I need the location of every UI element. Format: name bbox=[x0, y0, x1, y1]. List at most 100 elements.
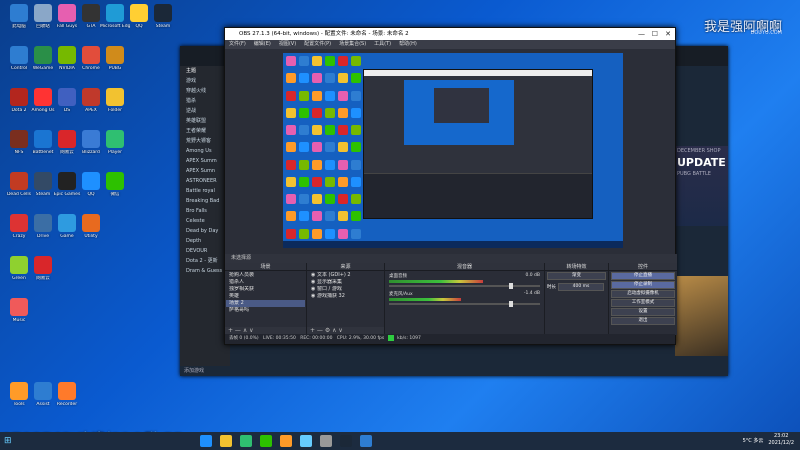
obs-menu-item[interactable]: 文件(F) bbox=[229, 41, 246, 47]
steam-library-item[interactable]: 逆战 bbox=[180, 106, 230, 116]
scene-item[interactable]: 猎杀人 bbox=[226, 279, 305, 286]
preview-mini-icon bbox=[299, 56, 309, 66]
steam-add-game[interactable]: 添加游戏 bbox=[184, 367, 204, 374]
sources-dock: 来源 ◉ 文本 (GDI+) 2 ◉ 显示器采集 ◉ 窗口 / 游戏 ◉ 游戏捕获 3… bbox=[307, 263, 385, 335]
preview-mini-icon bbox=[312, 194, 322, 205]
control-button[interactable]: 启动虚拟摄像机 bbox=[611, 290, 675, 298]
steam-sub-item[interactable]: 游戏 bbox=[180, 76, 230, 86]
desktop-icon-label: 微信 bbox=[110, 192, 120, 197]
scene-item[interactable]: 抢购人员袭 bbox=[226, 272, 305, 279]
steam-library-item[interactable]: ASTRONEER bbox=[180, 176, 230, 186]
volume-slider-knob[interactable] bbox=[508, 283, 513, 289]
steam-library-item[interactable]: Celeste bbox=[180, 216, 230, 226]
volume-slider-knob[interactable] bbox=[508, 301, 513, 307]
taskbar-app-icon[interactable] bbox=[280, 435, 292, 447]
volume-slider[interactable] bbox=[389, 283, 540, 289]
minimize-icon[interactable]: — bbox=[638, 28, 645, 40]
app-icon bbox=[58, 4, 76, 22]
taskbar-app-icon[interactable] bbox=[340, 435, 352, 447]
steam-library-item[interactable]: APEX Summ bbox=[180, 156, 230, 166]
taskbar-app-icon[interactable] bbox=[360, 435, 372, 447]
preview-mini-icon bbox=[351, 211, 361, 222]
steam-game-art[interactable] bbox=[675, 276, 728, 356]
taskbar-app-icon[interactable] bbox=[240, 435, 252, 447]
volume-slider[interactable] bbox=[389, 301, 540, 307]
desktop-icon[interactable]: 微信 bbox=[100, 172, 130, 197]
steam-update-banner[interactable]: DECEMBER SHOP UPDATE PUBG BATTLE bbox=[675, 146, 728, 226]
preview-desktop-icons bbox=[283, 53, 363, 248]
obs-window[interactable]: OBS 27.1.3 (64-bit, windows) - 配置文件: 未命名… bbox=[224, 27, 677, 345]
desktop-icon[interactable]: 网易云 bbox=[28, 256, 58, 281]
source-item[interactable]: ◉ 游戏捕获 32 bbox=[308, 293, 383, 300]
source-item[interactable]: ◉ 文本 (GDI+) 2 bbox=[308, 272, 383, 279]
control-button[interactable]: 设置 bbox=[611, 308, 675, 316]
steam-library-item[interactable]: APEX Sumn bbox=[180, 166, 230, 176]
weather-text[interactable]: 5°C 多云 bbox=[743, 437, 764, 444]
desktop-icon[interactable]: Steam bbox=[148, 4, 178, 29]
app-icon bbox=[10, 256, 28, 274]
desktop-icon[interactable]: Player bbox=[100, 130, 130, 155]
preview-mini-icon bbox=[338, 107, 348, 118]
preview-mini-icon bbox=[351, 142, 361, 153]
clock[interactable]: 23:02 2021/12/2 bbox=[768, 433, 794, 447]
control-button[interactable]: 工作室模式 bbox=[611, 299, 675, 307]
steam-library-item[interactable]: Battle royal bbox=[180, 186, 230, 196]
maximize-icon[interactable]: ☐ bbox=[652, 28, 658, 40]
duration-input[interactable]: 400 ms bbox=[558, 283, 604, 291]
scene-item[interactable]: 场景 2 bbox=[226, 300, 305, 307]
preview-mini-icon bbox=[312, 228, 322, 239]
desktop-icon[interactable]: Music bbox=[4, 298, 34, 323]
scene-item[interactable]: 英雄 bbox=[226, 293, 305, 300]
steam-library-item[interactable]: Depth bbox=[180, 236, 230, 246]
steam-library-item[interactable]: Breaking Bad bbox=[180, 196, 230, 206]
taskbar-app-icon[interactable] bbox=[320, 435, 332, 447]
taskbar-app-icon[interactable] bbox=[300, 435, 312, 447]
source-item[interactable]: ◉ 窗口 / 游戏 bbox=[308, 286, 383, 293]
obs-menu-item[interactable]: 工具(T) bbox=[374, 41, 391, 47]
desktop-icon[interactable]: Utility bbox=[76, 214, 106, 239]
control-button[interactable]: 停止直播 bbox=[611, 272, 675, 280]
desktop-icons: 此电脑 回收站 Fall Guys GTA Microsoft Edge QQ Steam C… bbox=[0, 0, 175, 432]
obs-menu-item[interactable]: 帮助(H) bbox=[399, 41, 417, 47]
obs-menu-item[interactable]: 编辑(E) bbox=[254, 41, 271, 47]
scene-item[interactable]: 独罗相关获 bbox=[226, 286, 305, 293]
steam-library-item[interactable]: 王者荣耀 bbox=[180, 126, 230, 136]
close-icon[interactable]: ✕ bbox=[665, 28, 671, 40]
steam-library-item[interactable]: Dead by Day bbox=[180, 226, 230, 236]
app-icon bbox=[34, 256, 52, 274]
steam-library-item[interactable]: Dota 2 - 更新 bbox=[180, 256, 230, 266]
banner-main-text: UPDATE bbox=[677, 156, 726, 169]
obs-preview[interactable] bbox=[283, 53, 623, 248]
transition-select[interactable]: 渐变 bbox=[547, 272, 606, 280]
app-icon bbox=[34, 214, 52, 232]
desktop-icon[interactable]: Recorder bbox=[52, 382, 82, 407]
preview-mini-icon bbox=[325, 176, 335, 187]
source-item[interactable]: ◉ 显示器采集 bbox=[308, 279, 383, 286]
preview-mini-icon bbox=[325, 107, 335, 118]
control-button[interactable]: 退出 bbox=[611, 317, 675, 325]
taskbar-app-icon[interactable] bbox=[200, 435, 212, 447]
desktop-icon[interactable]: PUBG bbox=[100, 46, 130, 71]
windows-start-icon[interactable]: ⊞ bbox=[4, 436, 12, 446]
steam-library-item[interactable]: 荒野大镖客 bbox=[180, 136, 230, 146]
steam-library-item[interactable]: 猎杀 bbox=[180, 96, 230, 106]
mixer-db-readout: 0.0 dB bbox=[525, 273, 540, 278]
control-button[interactable]: 停止录制 bbox=[611, 281, 675, 289]
obs-menu-item[interactable]: 视图(V) bbox=[279, 41, 296, 47]
steam-library-sidebar[interactable]: 主题 游戏 穿越火线 猎杀 逆战 英雄联盟 王者荣耀 荒野大镖客 Among Us APEX … bbox=[180, 66, 230, 366]
steam-library-item[interactable]: 穿越火线 bbox=[180, 86, 230, 96]
taskbar-app-icon[interactable] bbox=[260, 435, 272, 447]
mixer-channel: 桌面音频 0.0 dB bbox=[386, 272, 543, 290]
app-icon bbox=[58, 46, 76, 64]
scene-item[interactable]: 萨格哥吗 bbox=[226, 307, 305, 314]
taskbar-app-icon[interactable] bbox=[220, 435, 232, 447]
steam-library-item[interactable]: DEVOUR bbox=[180, 246, 230, 256]
obs-menu-item[interactable]: 场景集合(S) bbox=[339, 41, 366, 47]
steam-library-item[interactable]: Dram & Guess - 位于更新队列中 bbox=[180, 266, 230, 276]
steam-library-item[interactable]: Bro Falls bbox=[180, 206, 230, 216]
obs-menu-item[interactable]: 配置文件(P) bbox=[304, 41, 331, 47]
steam-library-item[interactable]: Among Us bbox=[180, 146, 230, 156]
steam-header-item[interactable]: 主题 bbox=[180, 66, 230, 76]
steam-library-item[interactable]: 英雄联盟 bbox=[180, 116, 230, 126]
desktop-icon[interactable]: Folder bbox=[100, 88, 130, 113]
